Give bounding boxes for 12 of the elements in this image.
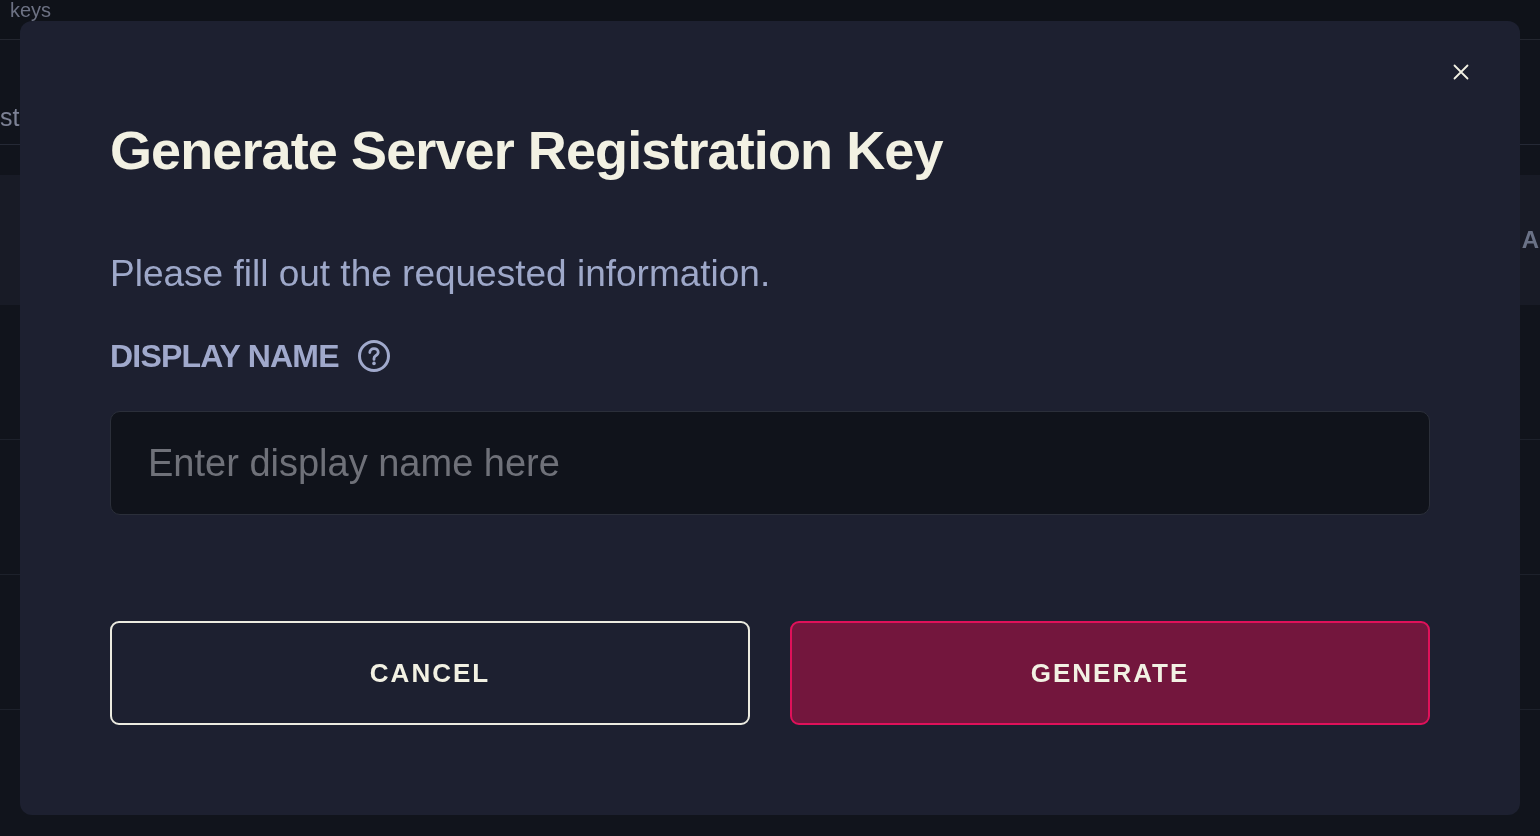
help-icon[interactable] [357,340,390,372]
page-title-fragment: keys [10,0,52,20]
tab-label-fragment: st [0,103,20,131]
cancel-button[interactable]: CANCEL [110,621,750,725]
dialog-title: Generate Server Registration Key [110,120,943,180]
display-name-input[interactable]: Enter display name here [110,411,1430,515]
generate-button[interactable]: GENERATE [790,621,1430,725]
column-header-fragment: A [1521,226,1539,254]
field-label: DISPLAY NAME [110,337,339,376]
close-icon [1453,64,1469,80]
close-button[interactable] [1453,64,1469,80]
dialog-description: Please fill out the requested information. [110,254,771,294]
